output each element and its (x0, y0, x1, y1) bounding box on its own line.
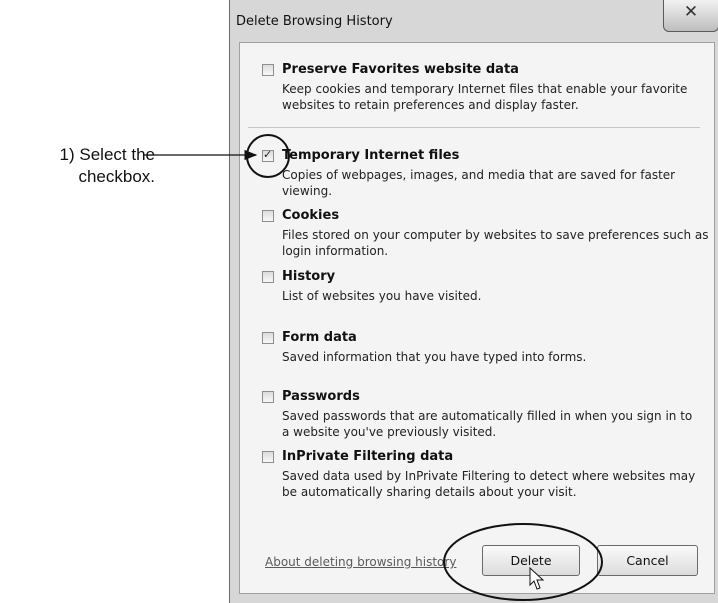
checkbox-highlight-circle (246, 134, 290, 178)
mouse-pointer-icon (529, 566, 545, 590)
delete-button-highlight-circle (443, 523, 603, 601)
annotation-overlay (144, 134, 603, 601)
